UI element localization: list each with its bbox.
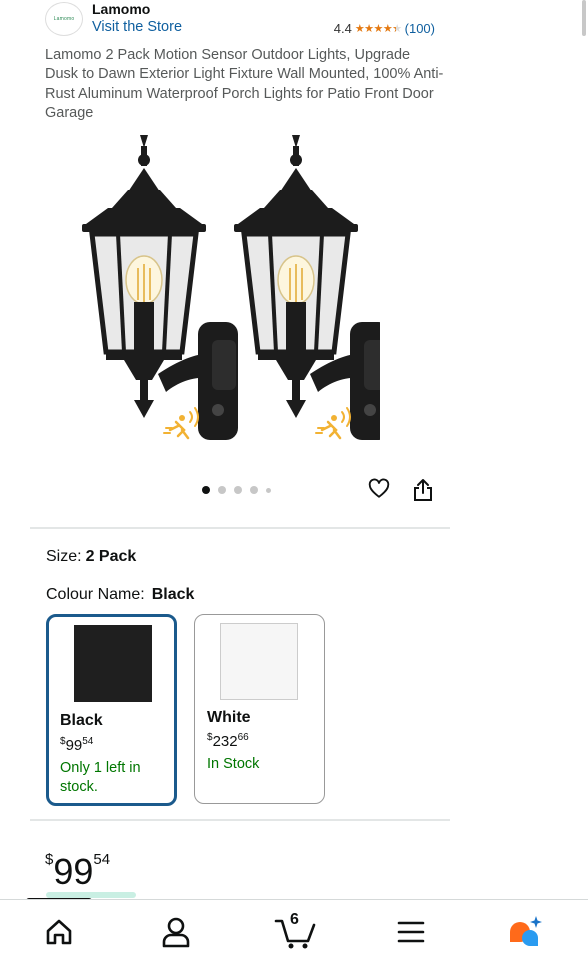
price-whole: 99: [53, 851, 94, 892]
brand-name: Lamomo: [92, 1, 151, 17]
carousel-dot[interactable]: [234, 486, 242, 494]
colour-label: Colour Name:: [46, 586, 145, 603]
share-icon[interactable]: [412, 478, 434, 502]
nav-cart[interactable]: 6: [273, 911, 317, 950]
colour-option-price: $23266: [207, 732, 249, 750]
size-selector-label: Size: 2 Pack: [46, 548, 136, 566]
account-icon: [162, 917, 190, 948]
size-value: 2 Pack: [85, 548, 137, 565]
nav-rufus[interactable]: [506, 914, 542, 950]
brand-logo[interactable]: Lamomo: [45, 2, 83, 36]
colour-option-name: White: [207, 709, 251, 726]
price-whole: 99: [65, 737, 83, 754]
colour-option-stock: In Stock: [207, 756, 260, 772]
carousel-dot[interactable]: [202, 486, 210, 494]
carousel-dot[interactable]: [218, 486, 226, 494]
heart-icon[interactable]: [368, 478, 390, 500]
nav-home[interactable]: [41, 914, 77, 950]
section-divider: [30, 819, 450, 821]
bottom-nav: 6: [0, 899, 588, 960]
rating-summary[interactable]: 4.4 ★★★★★★ (100): [334, 21, 435, 36]
nav-account[interactable]: [158, 914, 194, 950]
product-title: Lamomo 2 Pack Motion Sensor Outdoor Ligh…: [45, 47, 444, 121]
cart-count-badge: 6: [290, 911, 299, 928]
image-carousel-dots[interactable]: [202, 486, 271, 494]
colour-value: Black: [151, 586, 195, 603]
size-label: Size:: [46, 548, 82, 565]
rating-count: (100): [404, 21, 435, 36]
rufus-icon: [510, 916, 542, 946]
brand-logo-text: Lamomo: [53, 16, 75, 22]
colour-selector-label: Colour Name: Black: [46, 586, 194, 604]
brand-row: Lamomo Lamomo Visit the Store 4.4 ★★★★★★…: [45, 0, 445, 40]
carousel-dot[interactable]: [250, 486, 258, 494]
home-icon: [46, 919, 72, 945]
price-fraction: 54: [93, 851, 111, 868]
nav-menu[interactable]: [393, 914, 429, 950]
colour-swatch-black: [74, 625, 152, 702]
price-fraction: 54: [82, 736, 94, 747]
colour-swatch-white: [220, 623, 298, 700]
rating-value: 4.4: [333, 21, 352, 36]
product-price: $9954: [45, 840, 110, 892]
rating-stars-icon: ★★★★★★: [354, 23, 402, 35]
colour-option-name: Black: [60, 712, 103, 729]
visit-store-link[interactable]: Visit the Store: [92, 19, 182, 35]
price-fraction: 66: [237, 732, 249, 743]
price-whole: 232: [212, 733, 238, 750]
colour-option-stock: Only 1 left in stock.: [60, 760, 141, 795]
product-image[interactable]: [70, 130, 380, 450]
colour-option-price: $9954: [60, 736, 93, 754]
colour-option-white[interactable]: White $23266 In Stock: [194, 614, 325, 804]
menu-icon: [397, 921, 425, 943]
section-divider: [30, 527, 450, 529]
carousel-dot[interactable]: [266, 487, 271, 493]
scrollbar-thumb[interactable]: [582, 0, 586, 36]
colour-option-black[interactable]: Black $9954 Only 1 left in stock.: [46, 614, 177, 806]
